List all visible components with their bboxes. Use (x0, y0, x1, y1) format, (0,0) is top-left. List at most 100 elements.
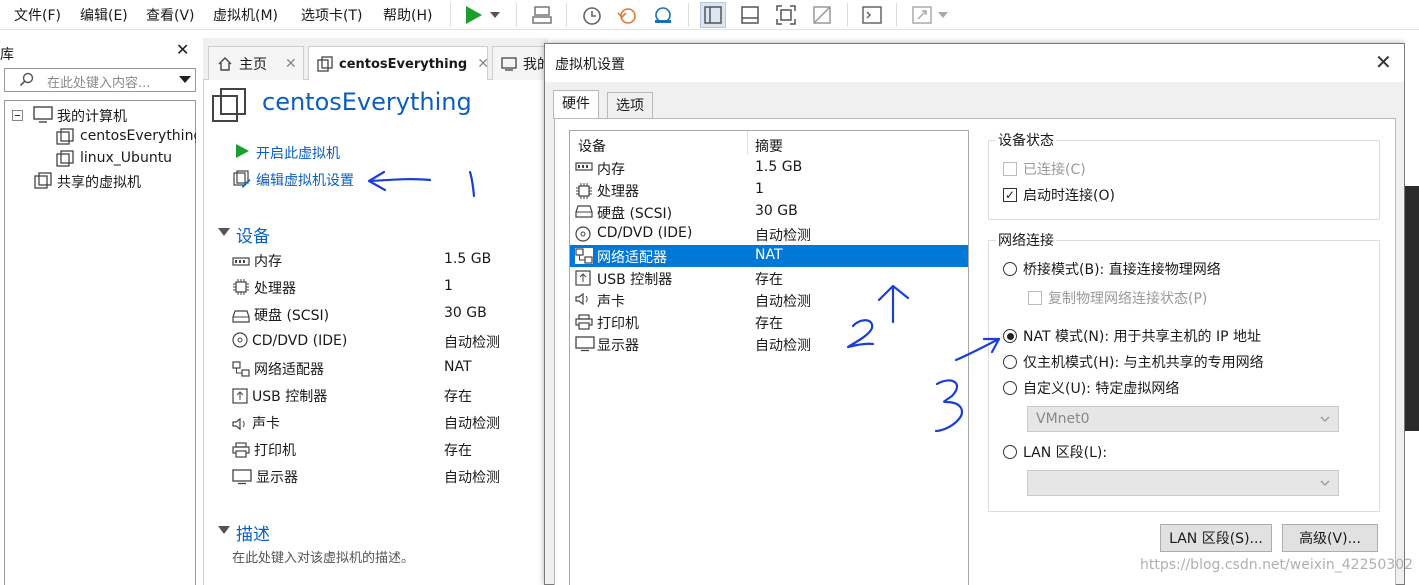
tab-home[interactable]: 主页 ✕ (208, 46, 304, 80)
dropdown-icon[interactable] (486, 2, 504, 28)
device-row[interactable]: 打印机 (232, 440, 296, 460)
radio[interactable] (1003, 355, 1017, 369)
device-list-summary: 自动检测 (755, 228, 811, 244)
device-list-row[interactable]: 打印机 存在 (570, 311, 968, 333)
device-row[interactable]: 处理器 (232, 278, 296, 298)
send-keys-icon[interactable] (529, 2, 555, 28)
tree-my-computer[interactable]: 我的计算机 (57, 106, 127, 126)
device-name: 显示器 (256, 470, 298, 486)
device-row[interactable]: CD/DVD (IDE) (232, 332, 347, 349)
lan-segments-button[interactable]: LAN 区段(S)... (1160, 524, 1272, 552)
device-row[interactable]: 显示器 (232, 467, 298, 487)
vmware-workstation-window: 文件(F) 编辑(E) 查看(V) 虚拟机(M) 选项卡(T) 帮助(H) 库 … (0, 0, 1419, 585)
device-row[interactable]: 硬盘 (SCSI) (232, 305, 329, 325)
device-list-row[interactable]: 显示器 自动检测 (570, 333, 968, 355)
bridged-radio[interactable]: 桥接模式(B): 直接连接物理网络 (1003, 259, 1221, 279)
device-row[interactable]: 网络适配器 (232, 359, 324, 379)
device-name: 内存 (254, 254, 282, 270)
computer-icon (33, 106, 53, 124)
tab-my-computer[interactable]: 我的 (492, 46, 552, 80)
toolbar-separator (566, 3, 567, 27)
device-list-name: 声卡 (597, 294, 625, 310)
device-list-name: 处理器 (597, 184, 639, 200)
checkbox[interactable] (1028, 291, 1042, 305)
vm-large-icon (211, 87, 247, 123)
advanced-button[interactable]: 高级(V)... (1282, 524, 1378, 552)
snapshot-icon[interactable] (579, 2, 605, 28)
device-list-row[interactable]: 声卡 自动检测 (570, 289, 968, 311)
close-icon[interactable]: ✕ (477, 56, 489, 72)
lan-segment-select[interactable] (1027, 470, 1339, 496)
device-list-name: 内存 (597, 162, 625, 178)
device-row[interactable]: 声卡 (232, 413, 280, 433)
device-list-summary: 自动检测 (755, 294, 811, 310)
menu-edit[interactable]: 编辑(E) (80, 5, 128, 25)
console-icon[interactable] (859, 2, 885, 28)
stretch-icon[interactable] (909, 2, 935, 28)
description-placeholder[interactable]: 在此处键入对该虚拟机的描述。 (232, 547, 414, 566)
device-name: CD/DVD (IDE) (252, 333, 348, 349)
close-icon[interactable]: ✕ (285, 56, 297, 72)
device-row[interactable]: 内存 (232, 251, 282, 271)
device-row[interactable]: USB 控制器 (232, 386, 327, 406)
collapse-triangle-icon[interactable] (218, 227, 230, 237)
radio[interactable] (1003, 445, 1017, 459)
checkbox[interactable] (1003, 162, 1017, 176)
chevron-down-icon[interactable] (179, 76, 191, 84)
custom-radio[interactable]: 自定义(U): 特定虚拟网络 (1003, 378, 1179, 398)
tab-options[interactable]: 选项 (607, 92, 653, 118)
close-icon[interactable]: ✕ (1375, 50, 1392, 74)
harddisk-icon (232, 309, 250, 323)
collapse-triangle-icon[interactable] (218, 525, 230, 535)
dropdown-icon[interactable] (935, 2, 951, 28)
menu-tabs[interactable]: 选项卡(T) (301, 5, 362, 25)
host-only-radio[interactable]: 仅主机模式(H): 与主机共享的专用网络 (1003, 352, 1264, 372)
fullscreen-icon[interactable] (773, 2, 799, 28)
connect-at-power-on-checkbox[interactable]: ✓ 启动时连接(O) (1003, 185, 1115, 205)
edit-settings-link[interactable]: 编辑虚拟机设置 (256, 170, 354, 190)
memory-icon (575, 160, 593, 174)
connected-checkbox[interactable]: 已连接(C) (1003, 159, 1086, 179)
revert-snapshot-icon[interactable] (614, 2, 640, 28)
tab-centos[interactable]: centosEverything ✕ (308, 46, 489, 81)
nat-radio[interactable]: NAT 模式(N): 用于共享主机的 IP 地址 (1003, 326, 1261, 346)
tab-hardware[interactable]: 硬件 (553, 90, 599, 119)
menu-help[interactable]: 帮助(H) (383, 5, 432, 25)
play-icon[interactable] (460, 2, 486, 28)
sidebar-view-icon[interactable] (700, 2, 726, 28)
collapse-icon[interactable] (12, 110, 23, 121)
tree-shared-vms[interactable]: 共享的虚拟机 (57, 172, 141, 192)
device-list-row[interactable]: 处理器 1 (570, 179, 968, 201)
checkbox-checked[interactable]: ✓ (1003, 188, 1017, 202)
start-vm-link[interactable]: 开启此虚拟机 (256, 143, 340, 163)
tree-vm-ubuntu[interactable]: linux_Ubuntu (80, 150, 172, 166)
device-list-summary: 1.5 GB (755, 159, 803, 175)
device-list-row[interactable]: USB 控制器 存在 (570, 267, 968, 289)
header-divider (747, 131, 748, 155)
lan-segment-label: LAN 区段(L): (1023, 445, 1108, 461)
custom-network-select[interactable]: VMnet0 (1027, 406, 1339, 432)
device-list-row[interactable]: 内存 1.5 GB (570, 157, 968, 179)
device-list-row[interactable]: 网络适配器 NAT (570, 245, 968, 267)
close-icon[interactable]: ✕ (176, 40, 189, 59)
snapshot-manager-icon[interactable] (650, 2, 676, 28)
radio-selected[interactable] (1003, 329, 1017, 343)
replicate-state-checkbox[interactable]: 复制物理网络连接状态(P) (1028, 288, 1207, 308)
thumbnail-view-icon[interactable] (737, 2, 763, 28)
radio[interactable] (1003, 262, 1017, 276)
radio[interactable] (1003, 381, 1017, 395)
unity-icon[interactable] (809, 2, 835, 28)
device-list-summary: NAT (755, 247, 783, 263)
device-name: USB 控制器 (252, 389, 328, 405)
lan-segment-radio[interactable]: LAN 区段(L): (1003, 442, 1107, 462)
device-list-row[interactable]: 硬盘 (SCSI) 30 GB (570, 201, 968, 223)
tree-vm-centos[interactable]: centosEverything (80, 128, 196, 144)
menu-view[interactable]: 查看(V) (146, 5, 195, 25)
menu-file[interactable]: 文件(F) (14, 5, 61, 25)
device-list-row[interactable]: CD/DVD (IDE) 自动检测 (570, 223, 968, 245)
device-value: 存在 (444, 389, 472, 405)
menu-vm[interactable]: 虚拟机(M) (213, 5, 278, 25)
library-search[interactable]: 在此处键入内容... (4, 68, 196, 92)
device-value: 30 GB (444, 305, 487, 321)
device-list[interactable]: 设备 摘要 内存 1.5 GB 处理器 1 硬盘 (SCSI) 30 GB CD/DVD (… (569, 130, 969, 585)
